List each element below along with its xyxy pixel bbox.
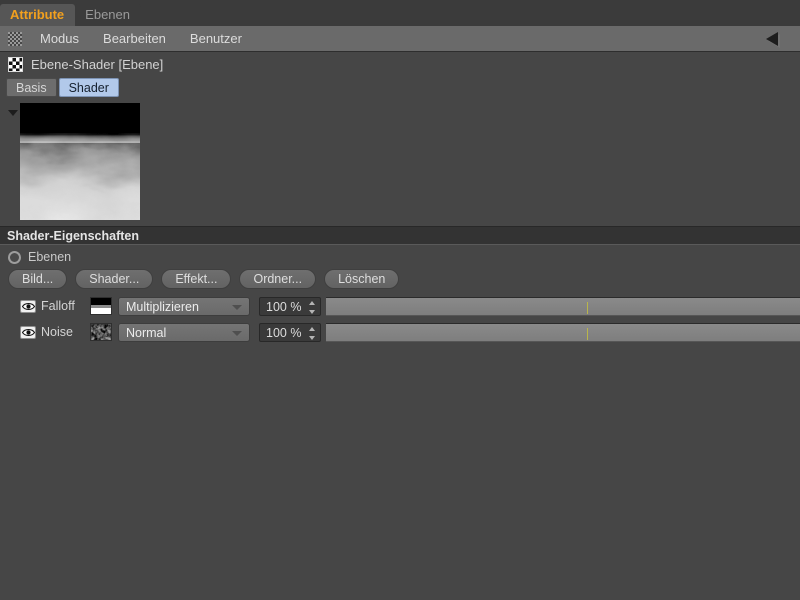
add-folder-button[interactable]: Ordner... <box>239 269 317 289</box>
stepper-up-icon[interactable] <box>308 326 315 331</box>
quantity-stepper[interactable] <box>308 300 315 314</box>
tab-attribute[interactable]: Attribute <box>0 4 76 26</box>
quantity-stepper[interactable] <box>308 326 315 340</box>
shader-mode-row[interactable]: Ebenen <box>8 250 71 264</box>
layer-thumbnail-gradient[interactable] <box>90 297 112 315</box>
chevron-down-icon <box>232 330 242 336</box>
page-title: Ebene-Shader [Ebene] <box>31 56 164 72</box>
opacity-input[interactable]: 100 % <box>259 322 321 342</box>
shader-subtabs: Basis Shader <box>6 78 119 97</box>
layer-name: Falloff <box>41 299 75 313</box>
subtab-shader[interactable]: Shader <box>58 78 119 97</box>
menu-item-modus[interactable]: Modus <box>28 26 91 51</box>
shader-preview[interactable] <box>20 103 140 220</box>
eye-icon[interactable] <box>20 325 36 339</box>
add-shader-button[interactable]: Shader... <box>75 269 154 289</box>
radio-circle-icon[interactable] <box>8 250 21 264</box>
menu-item-bearbeiten[interactable]: Bearbeiten <box>91 26 178 51</box>
blend-mode-value: Multiplizieren <box>126 299 199 314</box>
opacity-slider[interactable] <box>326 296 800 316</box>
table-row[interactable]: Falloff Multiplizieren 100 % <box>0 295 800 317</box>
stepper-down-icon[interactable] <box>308 335 315 340</box>
layer-name: Noise <box>41 325 73 339</box>
checker-grip-icon[interactable] <box>8 31 22 46</box>
stepper-up-icon[interactable] <box>308 300 315 305</box>
slider-fill <box>326 297 800 315</box>
subtab-basis[interactable]: Basis <box>6 78 57 97</box>
eye-icon[interactable] <box>20 299 36 313</box>
menu-item-benutzer[interactable]: Benutzer <box>178 26 254 51</box>
slider-fill <box>326 323 800 341</box>
object-title-row: Ebene-Shader [Ebene] <box>0 52 800 76</box>
checkerboard-icon <box>8 56 23 72</box>
add-effect-button[interactable]: Effekt... <box>161 269 232 289</box>
attribute-manager-panel: Attribute Ebenen Modus Bearbeiten Benutz… <box>0 0 800 600</box>
add-image-button[interactable]: Bild... <box>8 269 68 289</box>
blend-mode-select[interactable]: Normal <box>118 322 250 342</box>
chevron-down-icon <box>232 304 242 310</box>
blend-mode-select[interactable]: Multiplizieren <box>118 296 250 316</box>
triangle-down-icon[interactable] <box>8 110 18 116</box>
panel-tabstrip: Attribute Ebenen <box>0 0 800 27</box>
left-triangle-icon[interactable] <box>766 32 778 46</box>
layer-thumbnail-noise[interactable] <box>90 323 112 341</box>
slider-tick <box>586 327 588 340</box>
opacity-slider[interactable] <box>326 322 800 342</box>
table-row[interactable]: Noise Normal 100 % <box>0 321 800 343</box>
blend-mode-value: Normal <box>126 325 167 340</box>
section-header-label: Shader-Eigenschaften <box>7 229 139 243</box>
slider-tick <box>586 301 588 314</box>
shader-mode-label: Ebenen <box>28 250 72 264</box>
tab-ebenen[interactable]: Ebenen <box>75 4 141 26</box>
section-header: Shader-Eigenschaften <box>0 226 800 245</box>
delete-button[interactable]: Löschen <box>324 269 400 289</box>
menu-bar: Modus Bearbeiten Benutzer <box>0 26 800 52</box>
stepper-down-icon[interactable] <box>308 309 315 314</box>
layer-action-buttons: Bild... Shader... Effekt... Ordner... Lö… <box>8 269 400 289</box>
opacity-input[interactable]: 100 % <box>259 296 321 316</box>
